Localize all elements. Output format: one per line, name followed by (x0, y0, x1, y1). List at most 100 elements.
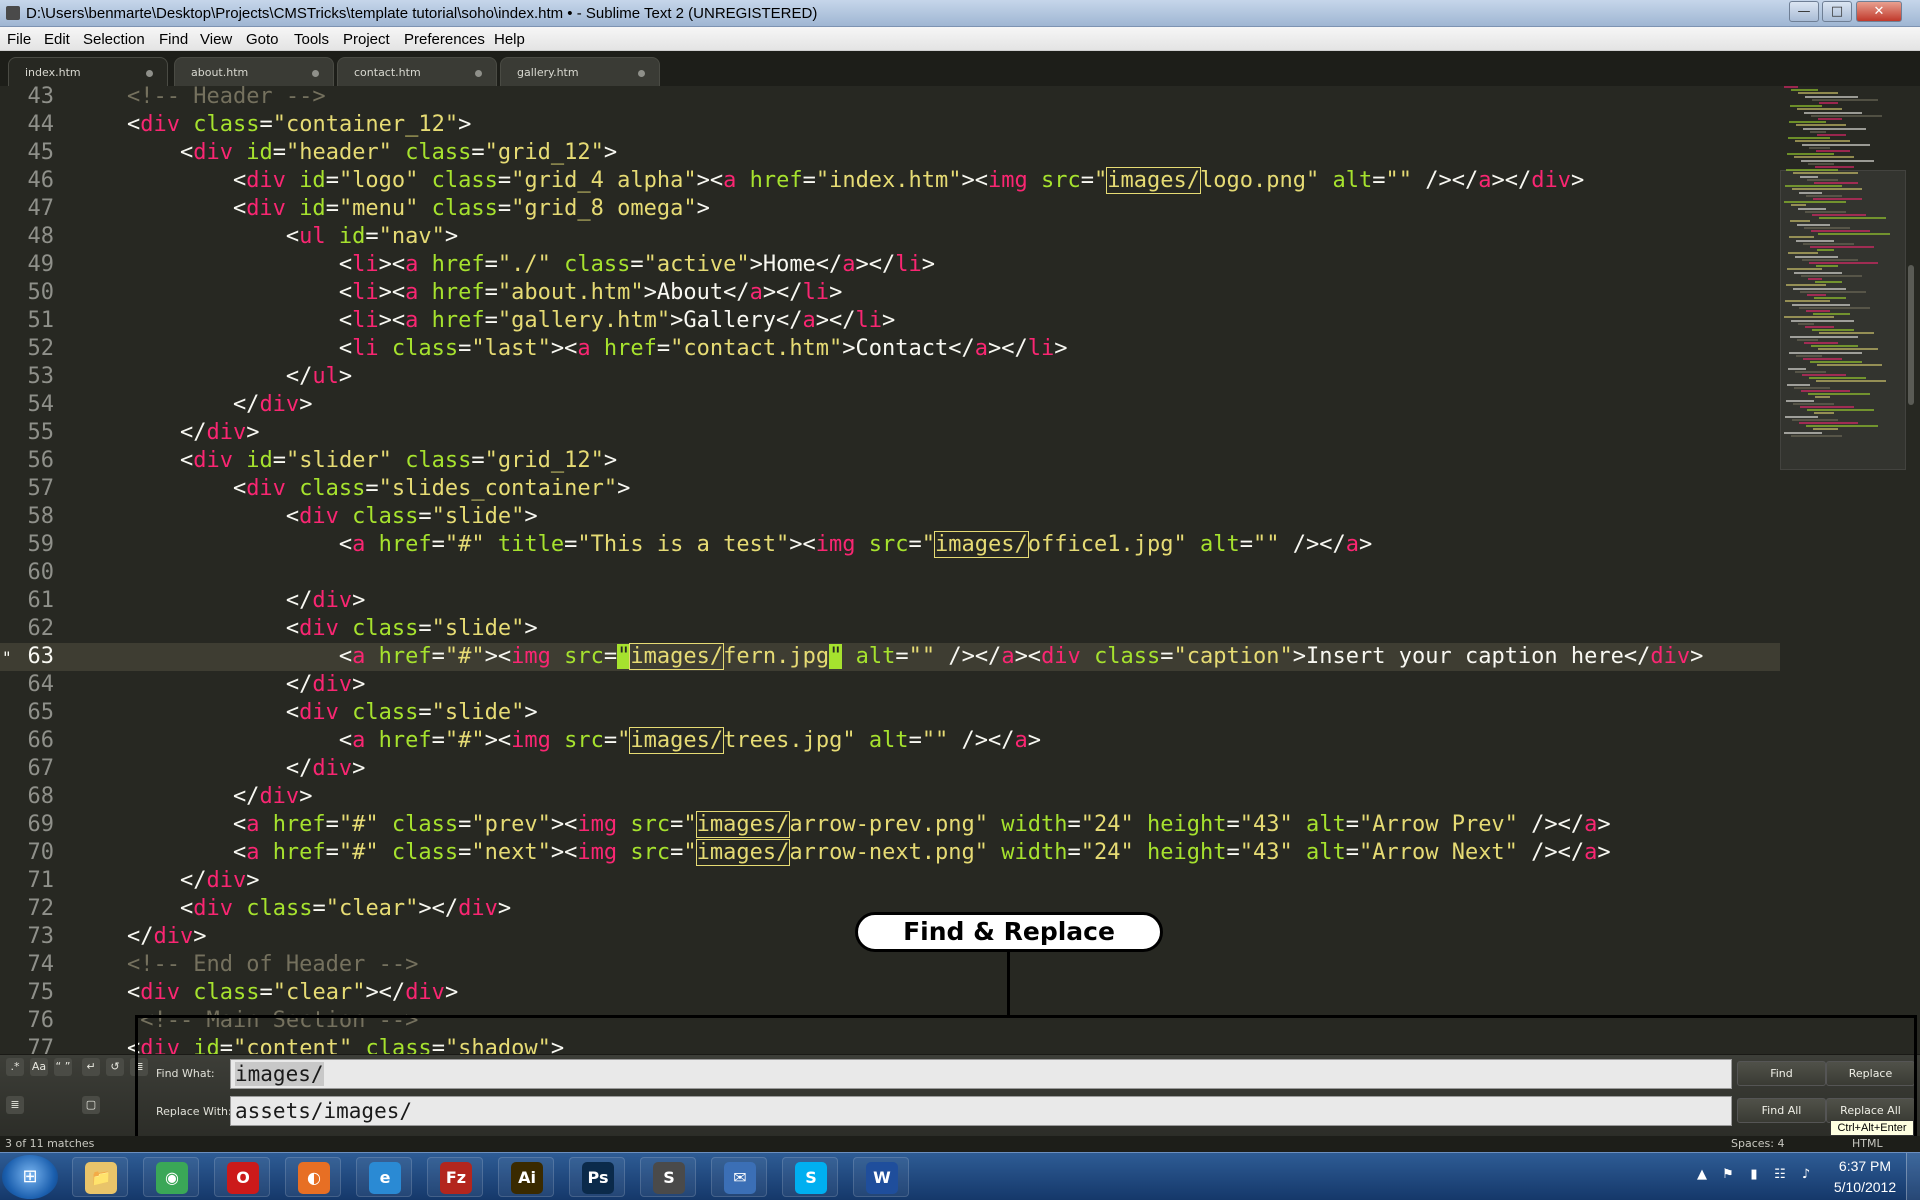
code-line[interactable]: 69 <a href="#" class="prev"><img src="im… (0, 811, 1780, 839)
clock-time[interactable]: 6:37 PM (1830, 1158, 1900, 1174)
code-text[interactable]: <a href="#"><img src="images/trees.jpg" … (74, 727, 1041, 755)
close-button[interactable]: ✕ (1856, 1, 1902, 22)
code-text[interactable]: </div> (74, 867, 260, 895)
code-line[interactable]: 71 </div> (0, 867, 1780, 895)
code-line[interactable]: 64 </div> (0, 671, 1780, 699)
menu-goto[interactable]: Goto (246, 31, 279, 48)
code-text[interactable]: </div> (74, 671, 366, 699)
code-line[interactable]: 76 <!-- Main Section --> (0, 1007, 1780, 1035)
taskbar-filezilla[interactable]: Fz (427, 1157, 483, 1197)
code-line[interactable]: 61 </div> (0, 587, 1780, 615)
code-line[interactable]: 60 (0, 559, 1780, 587)
code-line[interactable]: 55 </div> (0, 419, 1780, 447)
show-desktop-button[interactable] (1906, 1153, 1920, 1200)
power-icon[interactable]: ▮ (1746, 1167, 1762, 1183)
code-text[interactable]: <a href="#" title="This is a test"><img … (74, 531, 1372, 559)
code-line[interactable]: 75 <div class="clear"></div> (0, 979, 1780, 1007)
code-text[interactable]: <li><a href="gallery.htm">Gallery</a></l… (74, 307, 895, 335)
find-all-button[interactable]: Find All (1737, 1098, 1826, 1123)
regex-toggle[interactable]: .* (6, 1058, 24, 1076)
tab-about[interactable]: about.htm (174, 57, 334, 86)
code-text[interactable]: <li class="last"><a href="contact.htm">C… (74, 335, 1068, 363)
taskbar-thunderbird[interactable]: ✉ (711, 1157, 767, 1197)
code-text[interactable]: <div id="logo" class="grid_4 alpha"><a h… (74, 167, 1584, 195)
code-line[interactable]: 74 <!-- End of Header --> (0, 951, 1780, 979)
menu-help[interactable]: Help (494, 31, 525, 48)
highlight-matches-toggle[interactable]: ≣ (130, 1058, 148, 1076)
minimize-button[interactable]: — (1789, 1, 1819, 22)
preserve-case-toggle[interactable]: ≣ (6, 1096, 24, 1114)
code-text[interactable]: </div> (74, 783, 313, 811)
taskbar-opera[interactable]: O (214, 1157, 270, 1197)
code-text[interactable]: <div class="clear"></div> (74, 979, 458, 1007)
case-sensitive-toggle[interactable]: Aa (30, 1058, 48, 1076)
code-text[interactable]: </div> (74, 419, 260, 447)
code-line[interactable]: 65 <div class="slide"> (0, 699, 1780, 727)
code-text[interactable]: <div class="container_12"> (74, 111, 471, 139)
menu-view[interactable]: View (200, 31, 232, 48)
modified-dot-icon[interactable] (146, 70, 153, 77)
tab-gallery[interactable]: gallery.htm (500, 57, 660, 86)
code-line[interactable]: 48 <ul id="nav"> (0, 223, 1780, 251)
menu-edit[interactable]: Edit (44, 31, 70, 48)
indentation-status[interactable]: Spaces: 4 (1731, 1137, 1784, 1150)
code-text[interactable]: <!-- End of Header --> (74, 951, 418, 979)
taskbar-skype[interactable]: S (782, 1157, 838, 1197)
code-text[interactable]: <a href="#" class="next"><img src="image… (74, 839, 1611, 867)
taskbar-chrome[interactable]: ◉ (143, 1157, 199, 1197)
code-line[interactable]: 43 <!-- Header --> (0, 86, 1780, 111)
replace-with-input[interactable]: assets/images/ (230, 1096, 1732, 1126)
code-line[interactable]: 54 </div> (0, 391, 1780, 419)
start-button[interactable]: ⊞ (2, 1155, 58, 1199)
code-text[interactable]: <div id="slider" class="grid_12"> (74, 447, 617, 475)
tab-index[interactable]: index.htm (8, 57, 168, 86)
syntax-status[interactable]: HTML (1852, 1137, 1883, 1150)
code-text[interactable]: <div class="slides_container"> (74, 475, 630, 503)
code-text[interactable]: </div> (74, 391, 313, 419)
code-line[interactable]: 52 <li class="last"><a href="contact.htm… (0, 335, 1780, 363)
code-text[interactable]: </div> (74, 587, 366, 615)
menu-find[interactable]: Find (159, 31, 188, 48)
code-text[interactable]: </div> (74, 923, 207, 951)
code-text[interactable]: <!-- Header --> (74, 86, 326, 111)
code-line[interactable]: 57 <div class="slides_container"> (0, 475, 1780, 503)
code-line[interactable]: 62 <div class="slide"> (0, 615, 1780, 643)
taskbar-explorer[interactable]: 📁 (72, 1157, 128, 1197)
code-text[interactable]: <div class="slide"> (74, 615, 538, 643)
code-line[interactable]: 70 <a href="#" class="next"><img src="im… (0, 839, 1780, 867)
code-text[interactable]: <div id="menu" class="grid_8 omega"> (74, 195, 710, 223)
code-line[interactable]: 66 <a href="#"><img src="images/trees.jp… (0, 727, 1780, 755)
code-text[interactable]: <div class="clear"></div> (74, 895, 511, 923)
modified-dot-icon[interactable] (475, 70, 482, 77)
code-text[interactable]: </div> (74, 755, 366, 783)
network-icon[interactable]: ☷ (1772, 1167, 1788, 1183)
code-text[interactable]: <ul id="nav"> (74, 223, 458, 251)
code-text[interactable]: <div class="slide"> (74, 699, 538, 727)
taskbar-photoshop[interactable]: Ps (569, 1157, 625, 1197)
code-line[interactable]: 51 <li><a href="gallery.htm">Gallery</a>… (0, 307, 1780, 335)
code-text[interactable]: <li><a href="./" class="active">Home</a>… (74, 251, 935, 279)
code-line[interactable]: 59 <a href="#" title="This is a test"><i… (0, 531, 1780, 559)
menu-file[interactable]: File (7, 31, 31, 48)
code-line[interactable]: 58 <div class="slide"> (0, 503, 1780, 531)
vertical-scrollbar[interactable] (1908, 265, 1914, 405)
code-line[interactable]: 44 <div class="container_12"> (0, 111, 1780, 139)
maximize-button[interactable]: □ (1822, 1, 1852, 22)
code-line[interactable]: 49 <li><a href="./" class="active">Home<… (0, 251, 1780, 279)
modified-dot-icon[interactable] (312, 70, 319, 77)
code-text[interactable]: <a href="#" class="prev"><img src="image… (74, 811, 1611, 839)
code-line[interactable]: 46 <div id="logo" class="grid_4 alpha"><… (0, 167, 1780, 195)
code-text[interactable]: <div id="header" class="grid_12"> (74, 139, 617, 167)
code-line[interactable]: 47 <div id="menu" class="grid_8 omega"> (0, 195, 1780, 223)
code-line[interactable]: 67 </div> (0, 755, 1780, 783)
action-center-icon[interactable]: ⚑ (1720, 1167, 1736, 1183)
code-text[interactable]: <a href="#"><img src="images/fern.jpg" a… (74, 643, 1703, 671)
menu-selection[interactable]: Selection (83, 31, 145, 48)
taskbar-illustrator[interactable]: Ai (498, 1157, 554, 1197)
replace-button[interactable]: Replace (1826, 1061, 1915, 1086)
taskbar-word[interactable]: W (853, 1157, 909, 1197)
in-selection-toggle[interactable]: ↺ (106, 1058, 124, 1076)
code-text[interactable]: <div id="content" class="shadow"> (74, 1035, 564, 1054)
code-text[interactable]: <!-- Main Section --> (74, 1007, 418, 1035)
taskbar-sublime-text[interactable]: S (640, 1157, 696, 1197)
